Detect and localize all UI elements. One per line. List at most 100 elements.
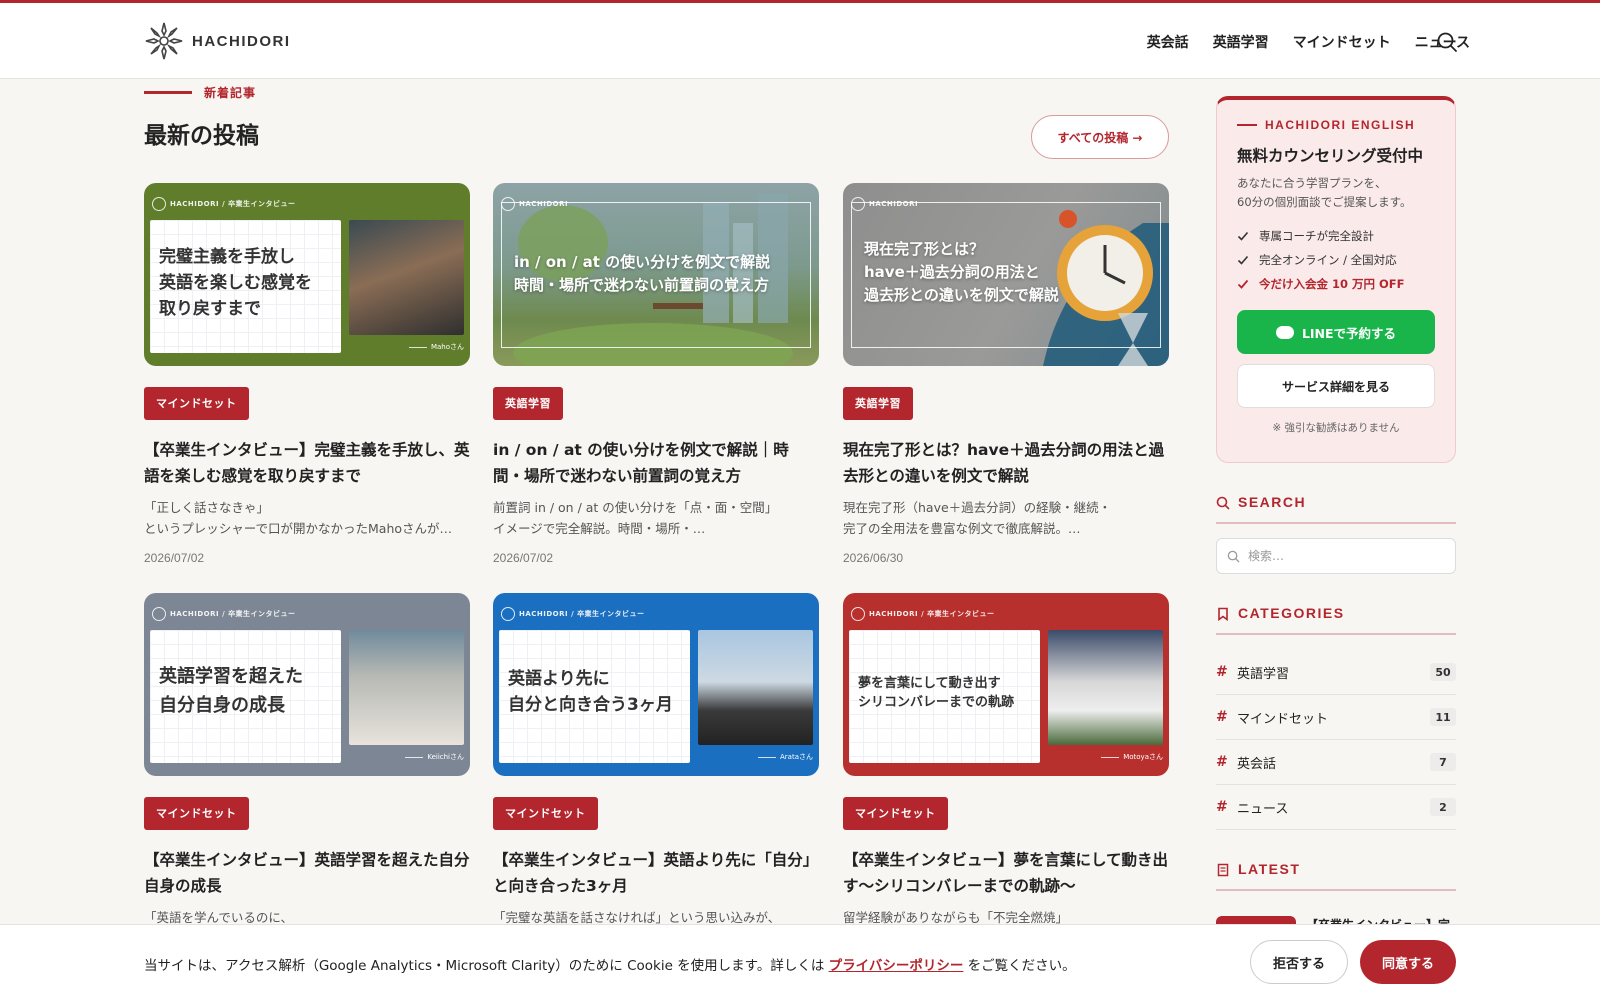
thumb-headline: 英語学習を超えた 自分自身の成長 bbox=[159, 666, 303, 716]
category-item-mindset[interactable]: # マインドセット 11 bbox=[1216, 695, 1456, 740]
main-nav: 英会話 英語学習 マインドセット ニュース bbox=[1147, 32, 1470, 52]
privacy-policy-link[interactable]: プライバシーポリシー bbox=[829, 958, 964, 974]
category-tag[interactable]: マインドセット bbox=[144, 797, 249, 830]
sidebar-search[interactable] bbox=[1216, 538, 1456, 574]
bookmark-icon bbox=[1218, 607, 1228, 621]
category-tag[interactable]: マインドセット bbox=[144, 387, 249, 420]
category-tag[interactable]: マインドセット bbox=[843, 797, 948, 830]
check-icon bbox=[1237, 231, 1249, 241]
promo-feature-text: 専属コーチが完全設計 bbox=[1259, 229, 1374, 243]
thumb-brand-text: HACHIDORI / 卒業生インタビュー bbox=[170, 200, 296, 208]
category-item-news[interactable]: # ニュース 2 bbox=[1216, 785, 1456, 830]
category-tag[interactable]: マインドセット bbox=[493, 797, 598, 830]
category-item-eikaiwa[interactable]: # 英会話 7 bbox=[1216, 740, 1456, 785]
cookie-accept-button[interactable]: 同意する bbox=[1360, 940, 1456, 984]
post-card[interactable]: HACHIDORI in / on / at の使い分けを例文で解説 時間・場所… bbox=[493, 183, 819, 565]
search-icon bbox=[1216, 496, 1230, 510]
thumb-brand-text: HACHIDORI bbox=[869, 200, 919, 208]
thumb-headline: 現在完了形とは？ have＋過去分詞の用法と 過去形との違いを例文で解説 bbox=[864, 240, 1059, 304]
hachidori-logo-icon bbox=[851, 607, 865, 621]
section-eyebrow: 新着記事 bbox=[144, 84, 256, 101]
check-icon bbox=[1237, 279, 1249, 289]
post-card[interactable]: HACHIDORI / 卒業生インタビュー 完璧主義を手放し 英語を楽しむ感覚を… bbox=[144, 183, 470, 565]
post-date: 2026/06/30 bbox=[843, 551, 904, 565]
promo-feature-text: 今だけ入会金 10 万円 OFF bbox=[1259, 277, 1405, 291]
cookie-text-before: 当サイトは、アクセス解析（Google Analytics・Microsoft … bbox=[144, 958, 825, 974]
post-card[interactable]: HACHIDORI / 卒業生インタビュー 英語学習を超えた 自分自身の成長 K… bbox=[144, 593, 470, 928]
line-reserve-button[interactable]: LINEで予約する bbox=[1237, 310, 1435, 354]
categories-heading: CATEGORIES bbox=[1216, 605, 1456, 635]
promo-feature-text: 完全オンライン / 全国対応 bbox=[1259, 253, 1397, 267]
post-title[interactable]: in / on / at の使い分けを例文で解説｜時間・場所で迷わない前置詞の覚… bbox=[493, 437, 819, 489]
thumb-credit: Arataさん bbox=[758, 752, 813, 762]
thumb-text-panel: 英語学習を超えた 自分自身の成長 bbox=[150, 630, 341, 763]
line-chat-icon bbox=[1275, 325, 1294, 339]
all-posts-button[interactable]: すべての投稿 → bbox=[1031, 115, 1169, 159]
post-thumbnail[interactable]: HACHIDORI / 卒業生インタビュー 完璧主義を手放し 英語を楽しむ感覚を… bbox=[144, 183, 470, 366]
promo-feature-highlight: 今だけ入会金 10 万円 OFF bbox=[1237, 272, 1435, 296]
post-thumbnail[interactable]: HACHIDORI 現在完了形とは？ have＋過去分詞の用法と 過去形との違い… bbox=[843, 183, 1169, 366]
counseling-promo: HACHIDORI ENGLISH 無料カウンセリング受付中 あなたに合う学習プ… bbox=[1216, 96, 1456, 463]
promo-eyebrow-label: HACHIDORI ENGLISH bbox=[1265, 118, 1416, 132]
post-card[interactable]: HACHIDORI 現在完了形とは？ have＋過去分詞の用法と 過去形との違い… bbox=[843, 183, 1169, 565]
thumb-text-panel: 英語より先に 自分と向き合う3ヶ月 bbox=[499, 630, 690, 763]
thumb-text-panel: 完璧主義を手放し 英語を楽しむ感覚を 取り戻すまで bbox=[150, 220, 341, 353]
post-card[interactable]: HACHIDORI / 卒業生インタビュー 英語より先に 自分と向き合う3ヶ月 … bbox=[493, 593, 819, 928]
post-date: 2026/07/02 bbox=[144, 551, 205, 565]
eyebrow-bar bbox=[144, 91, 192, 94]
cookie-reject-button[interactable]: 拒否する bbox=[1250, 940, 1348, 984]
cookie-text-after: をご覧ください。 bbox=[967, 958, 1076, 974]
thumb-brand: HACHIDORI / 卒業生インタビュー bbox=[152, 197, 296, 211]
site-logo[interactable]: HACHIDORI bbox=[144, 21, 291, 61]
site-header: HACHIDORI 英会話 英語学習 マインドセット ニュース bbox=[0, 3, 1600, 79]
thumb-headline: 完璧主義を手放し 英語を楽しむ感覚を 取り戻すまで bbox=[159, 247, 312, 319]
post-title[interactable]: 【卒業生インタビュー】英語より先に「自分」と向き合った3ヶ月 bbox=[493, 847, 819, 899]
thumb-credit: Keiichiさん bbox=[405, 752, 464, 762]
thumb-brand: HACHIDORI / 卒業生インタビュー bbox=[152, 607, 296, 621]
post-card[interactable]: HACHIDORI / 卒業生インタビュー 夢を言葉にして動き出す シリコンバレ… bbox=[843, 593, 1169, 928]
category-tag[interactable]: 英語学習 bbox=[493, 387, 563, 420]
nav-item-eikaiwa[interactable]: 英会話 bbox=[1147, 32, 1189, 52]
page-title: 最新の投稿 bbox=[144, 123, 259, 149]
nav-item-mindset[interactable]: マインドセット bbox=[1293, 32, 1391, 52]
thumb-credit: Mahoさん bbox=[409, 342, 464, 352]
post-excerpt: 前置詞 in / on / at の使い分けを「点・面・空間」 イメージで完全解… bbox=[493, 500, 778, 536]
post-excerpt: 「正しく話さなきゃ」 というプレッシャーで口が開かなかったMahoさんが… bbox=[144, 500, 453, 536]
post-thumbnail[interactable]: HACHIDORI in / on / at の使い分けを例文で解説 時間・場所… bbox=[493, 183, 819, 366]
post-title[interactable]: 【卒業生インタビュー】英語学習を超えた自分自身の成長 bbox=[144, 847, 470, 899]
category-item-english-learning[interactable]: # 英語学習 50 bbox=[1216, 650, 1456, 695]
search-input[interactable] bbox=[1248, 549, 1448, 563]
hash-icon: # bbox=[1216, 799, 1228, 815]
post-title[interactable]: 【卒業生インタビュー】夢を言葉にして動き出す〜シリコンバレーまでの軌跡〜 bbox=[843, 847, 1169, 899]
post-title[interactable]: 現在完了形とは？have＋過去分詞の用法と過去形との違いを例文で解説 bbox=[843, 437, 1169, 489]
search-icon[interactable] bbox=[1436, 31, 1458, 53]
eyebrow-label: 新着記事 bbox=[204, 86, 257, 100]
service-details-button[interactable]: サービス詳細を見る bbox=[1237, 364, 1435, 408]
category-name: ニュース bbox=[1237, 801, 1289, 817]
hachidori-logo-icon bbox=[851, 197, 865, 211]
post-title[interactable]: 【卒業生インタビュー】完璧主義を手放し、英語を楽しむ感覚を取り戻すまで bbox=[144, 437, 470, 489]
interviewee-photo bbox=[698, 630, 813, 745]
nav-item-english-learning[interactable]: 英語学習 bbox=[1213, 32, 1269, 52]
thumb-brand: HACHIDORI / 卒業生インタビュー bbox=[851, 607, 995, 621]
search-heading: SEARCH bbox=[1216, 494, 1456, 524]
hachidori-logo-icon bbox=[501, 607, 515, 621]
promo-eyebrow: HACHIDORI ENGLISH bbox=[1237, 118, 1435, 132]
thumb-headline: 英語より先に 自分と向き合う3ヶ月 bbox=[508, 669, 673, 715]
post-thumbnail[interactable]: HACHIDORI / 卒業生インタビュー 英語より先に 自分と向き合う3ヶ月 … bbox=[493, 593, 819, 776]
category-name: マインドセット bbox=[1237, 711, 1329, 727]
post-date: 2026/07/02 bbox=[493, 551, 554, 565]
post-thumbnail[interactable]: HACHIDORI / 卒業生インタビュー 夢を言葉にして動き出す シリコンバレ… bbox=[843, 593, 1169, 776]
thumb-credit: Motoyaさん bbox=[1101, 752, 1163, 762]
promo-description: あなたに合う学習プランを、 60分の個別面談でご提案します。 bbox=[1237, 176, 1412, 209]
search-icon bbox=[1227, 550, 1240, 563]
promo-feature-list: 専属コーチが完全設計 完全オンライン / 全国対応 今だけ入会金 10 万円 O… bbox=[1237, 224, 1435, 296]
logo-text: HACHIDORI bbox=[192, 32, 291, 50]
thumb-brand-text: HACHIDORI bbox=[519, 200, 569, 208]
category-count: 2 bbox=[1430, 798, 1456, 816]
category-tag[interactable]: 英語学習 bbox=[843, 387, 913, 420]
thumb-brand-text: HACHIDORI / 卒業生インタビュー bbox=[170, 610, 296, 618]
promo-eyebrow-bar bbox=[1237, 124, 1257, 126]
post-thumbnail[interactable]: HACHIDORI / 卒業生インタビュー 英語学習を超えた 自分自身の成長 K… bbox=[144, 593, 470, 776]
hachidori-logo-icon bbox=[145, 22, 183, 60]
